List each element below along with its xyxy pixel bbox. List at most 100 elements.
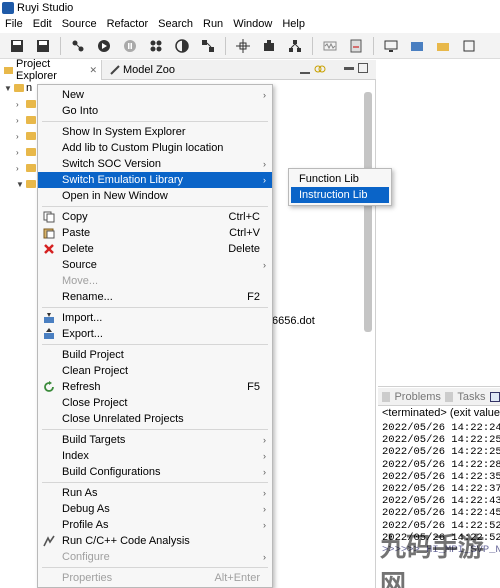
console-line: 2022/05/26 14:22:24 La (382, 422, 500, 434)
menu-item-index[interactable]: Index › (38, 448, 272, 464)
chevron-right-icon[interactable]: › (16, 100, 24, 109)
tab-model-zoo[interactable]: Model Zoo (106, 60, 196, 80)
menu-refactor[interactable]: Refactor (102, 18, 154, 30)
menu-window[interactable]: Window (228, 18, 277, 30)
tree-item[interactable]: › (16, 144, 36, 160)
menu-separator (42, 429, 268, 430)
menu-item-debug-as[interactable]: Debug As › (38, 501, 272, 517)
menu-item-rename[interactable]: Rename... F2 (38, 289, 272, 305)
menu-item-refresh[interactable]: Refresh F5 (38, 379, 272, 395)
monitor-icon[interactable] (380, 35, 402, 57)
menu-item-label: Delete (62, 243, 94, 255)
waveform-icon[interactable] (319, 35, 341, 57)
menu-item-build-targets[interactable]: Build Targets › (38, 432, 272, 448)
menu-item-label: Refresh (62, 381, 101, 393)
chevron-right-icon[interactable]: › (16, 148, 24, 157)
menu-item-label: Close Project (62, 397, 128, 409)
perspective-icon[interactable] (458, 35, 480, 57)
menu-item-build-configurations[interactable]: Build Configurations › (38, 464, 272, 480)
menu-item-go-into[interactable]: Go Into (38, 103, 272, 119)
menu-item-clean-project[interactable]: Clean Project (38, 363, 272, 379)
menu-item-run-as[interactable]: Run As › (38, 485, 272, 501)
toolbar-separator (312, 36, 313, 55)
console-line: 2022/05/26 14:22:25 La (382, 434, 500, 447)
tree-item[interactable]: ▼ (16, 176, 36, 192)
chevron-right-icon: › (263, 175, 266, 185)
menu-item-new[interactable]: New › (38, 87, 272, 103)
menu-item-open-in-new-window[interactable]: Open in New Window (38, 188, 272, 204)
menu-item-close-project[interactable]: Close Project (38, 395, 272, 411)
console-icon[interactable] (489, 391, 500, 402)
link-editor-icon[interactable] (314, 64, 326, 74)
menu-shortcut: Ctrl+V (229, 227, 260, 239)
menu-item-switch-emulation-library[interactable]: Switch Emulation Library › (38, 172, 272, 188)
view-maximize-icon[interactable] (358, 63, 368, 73)
explorer-scrollbar[interactable] (364, 92, 372, 332)
watermark: 九码手游网 (380, 533, 485, 588)
menu-item-add-lib-to-custom-plugin-location[interactable]: Add lib to Custom Plugin location (38, 140, 272, 156)
menu-item-profile-as[interactable]: Profile As › (38, 517, 272, 533)
tab-tasks[interactable]: Tasks (457, 391, 485, 403)
network-icon[interactable] (284, 35, 306, 57)
close-icon[interactable]: ✕ (89, 65, 97, 76)
new-wizard-icon[interactable] (406, 35, 428, 57)
tree-root[interactable]: ▼ n (4, 80, 32, 96)
tab-problems[interactable]: Problems (394, 391, 440, 403)
submenu-item-instruction-lib[interactable]: Instruction Lib (291, 187, 389, 203)
plugin-icon[interactable] (258, 35, 280, 57)
menu-search[interactable]: Search (153, 18, 198, 30)
graph-icon[interactable] (67, 35, 89, 57)
menu-item-paste[interactable]: Paste Ctrl+V (38, 225, 272, 241)
menu-item-label: Build Project (62, 349, 124, 361)
tree-item[interactable]: › (16, 112, 36, 128)
menu-item-show-in-system-explorer[interactable]: Show In System Explorer (38, 124, 272, 140)
tab-project-explorer[interactable]: Project Explorer ✕ (0, 58, 102, 82)
menu-item-delete[interactable]: Delete Delete (38, 241, 272, 257)
chevron-right-icon: › (263, 451, 266, 461)
chevron-right-icon[interactable]: › (16, 116, 24, 125)
cluster-icon[interactable] (145, 35, 167, 57)
menu-item-run-c-c-code-analysis[interactable]: Run C/C++ Code Analysis (38, 533, 272, 549)
menu-item-label: Run C/C++ Code Analysis (62, 535, 190, 547)
menu-item-configure: Configure › (38, 549, 272, 565)
model-zoo-icon (110, 65, 120, 75)
dataflow-icon[interactable] (197, 35, 219, 57)
target-icon[interactable] (232, 35, 254, 57)
menu-item-label: Build Configurations (62, 466, 161, 478)
menu-item-export[interactable]: Export... (38, 326, 272, 342)
menu-run[interactable]: Run (198, 18, 228, 30)
compare-icon[interactable] (171, 35, 193, 57)
menu-help[interactable]: Help (277, 18, 310, 30)
menu-source[interactable]: Source (57, 18, 102, 30)
save-all-icon[interactable] (32, 35, 54, 57)
chevron-right-icon[interactable]: ▼ (16, 180, 24, 189)
menu-item-copy[interactable]: Copy Ctrl+C (38, 209, 272, 225)
save-icon[interactable] (6, 35, 28, 57)
tree-item[interactable]: › (16, 160, 36, 176)
tree-item[interactable]: › (16, 128, 36, 144)
chevron-down-icon[interactable]: ▼ (4, 84, 12, 93)
chevron-right-icon[interactable]: › (16, 164, 24, 173)
menu-item-switch-soc-version[interactable]: Switch SOC Version › (38, 156, 272, 172)
menu-item-source[interactable]: Source › (38, 257, 272, 273)
report-icon[interactable] (345, 35, 367, 57)
menu-item-close-unrelated-projects[interactable]: Close Unrelated Projects (38, 411, 272, 427)
export-icon (42, 327, 56, 341)
run-icon[interactable] (93, 35, 115, 57)
open-folder-icon[interactable] (432, 35, 454, 57)
pause-icon[interactable] (119, 35, 141, 57)
menu-item-import[interactable]: Import... (38, 310, 272, 326)
menu-edit[interactable]: Edit (28, 18, 57, 30)
menu-item-build-project[interactable]: Build Project (38, 347, 272, 363)
tree-file-label[interactable]: 6656.dot (272, 315, 315, 327)
submenu-item-function-lib[interactable]: Function Lib (291, 171, 389, 187)
tree-item[interactable]: › (16, 96, 36, 112)
chevron-right-icon[interactable]: › (16, 132, 24, 141)
view-minimize-icon[interactable] (344, 67, 354, 70)
minimize-icon[interactable] (300, 64, 310, 74)
chevron-right-icon: › (263, 488, 266, 498)
folder-icon (26, 116, 36, 124)
menu-file[interactable]: File (0, 18, 28, 30)
chevron-right-icon: › (263, 159, 266, 169)
console-line: 2022/05/26 14:22:37 La (382, 483, 500, 495)
